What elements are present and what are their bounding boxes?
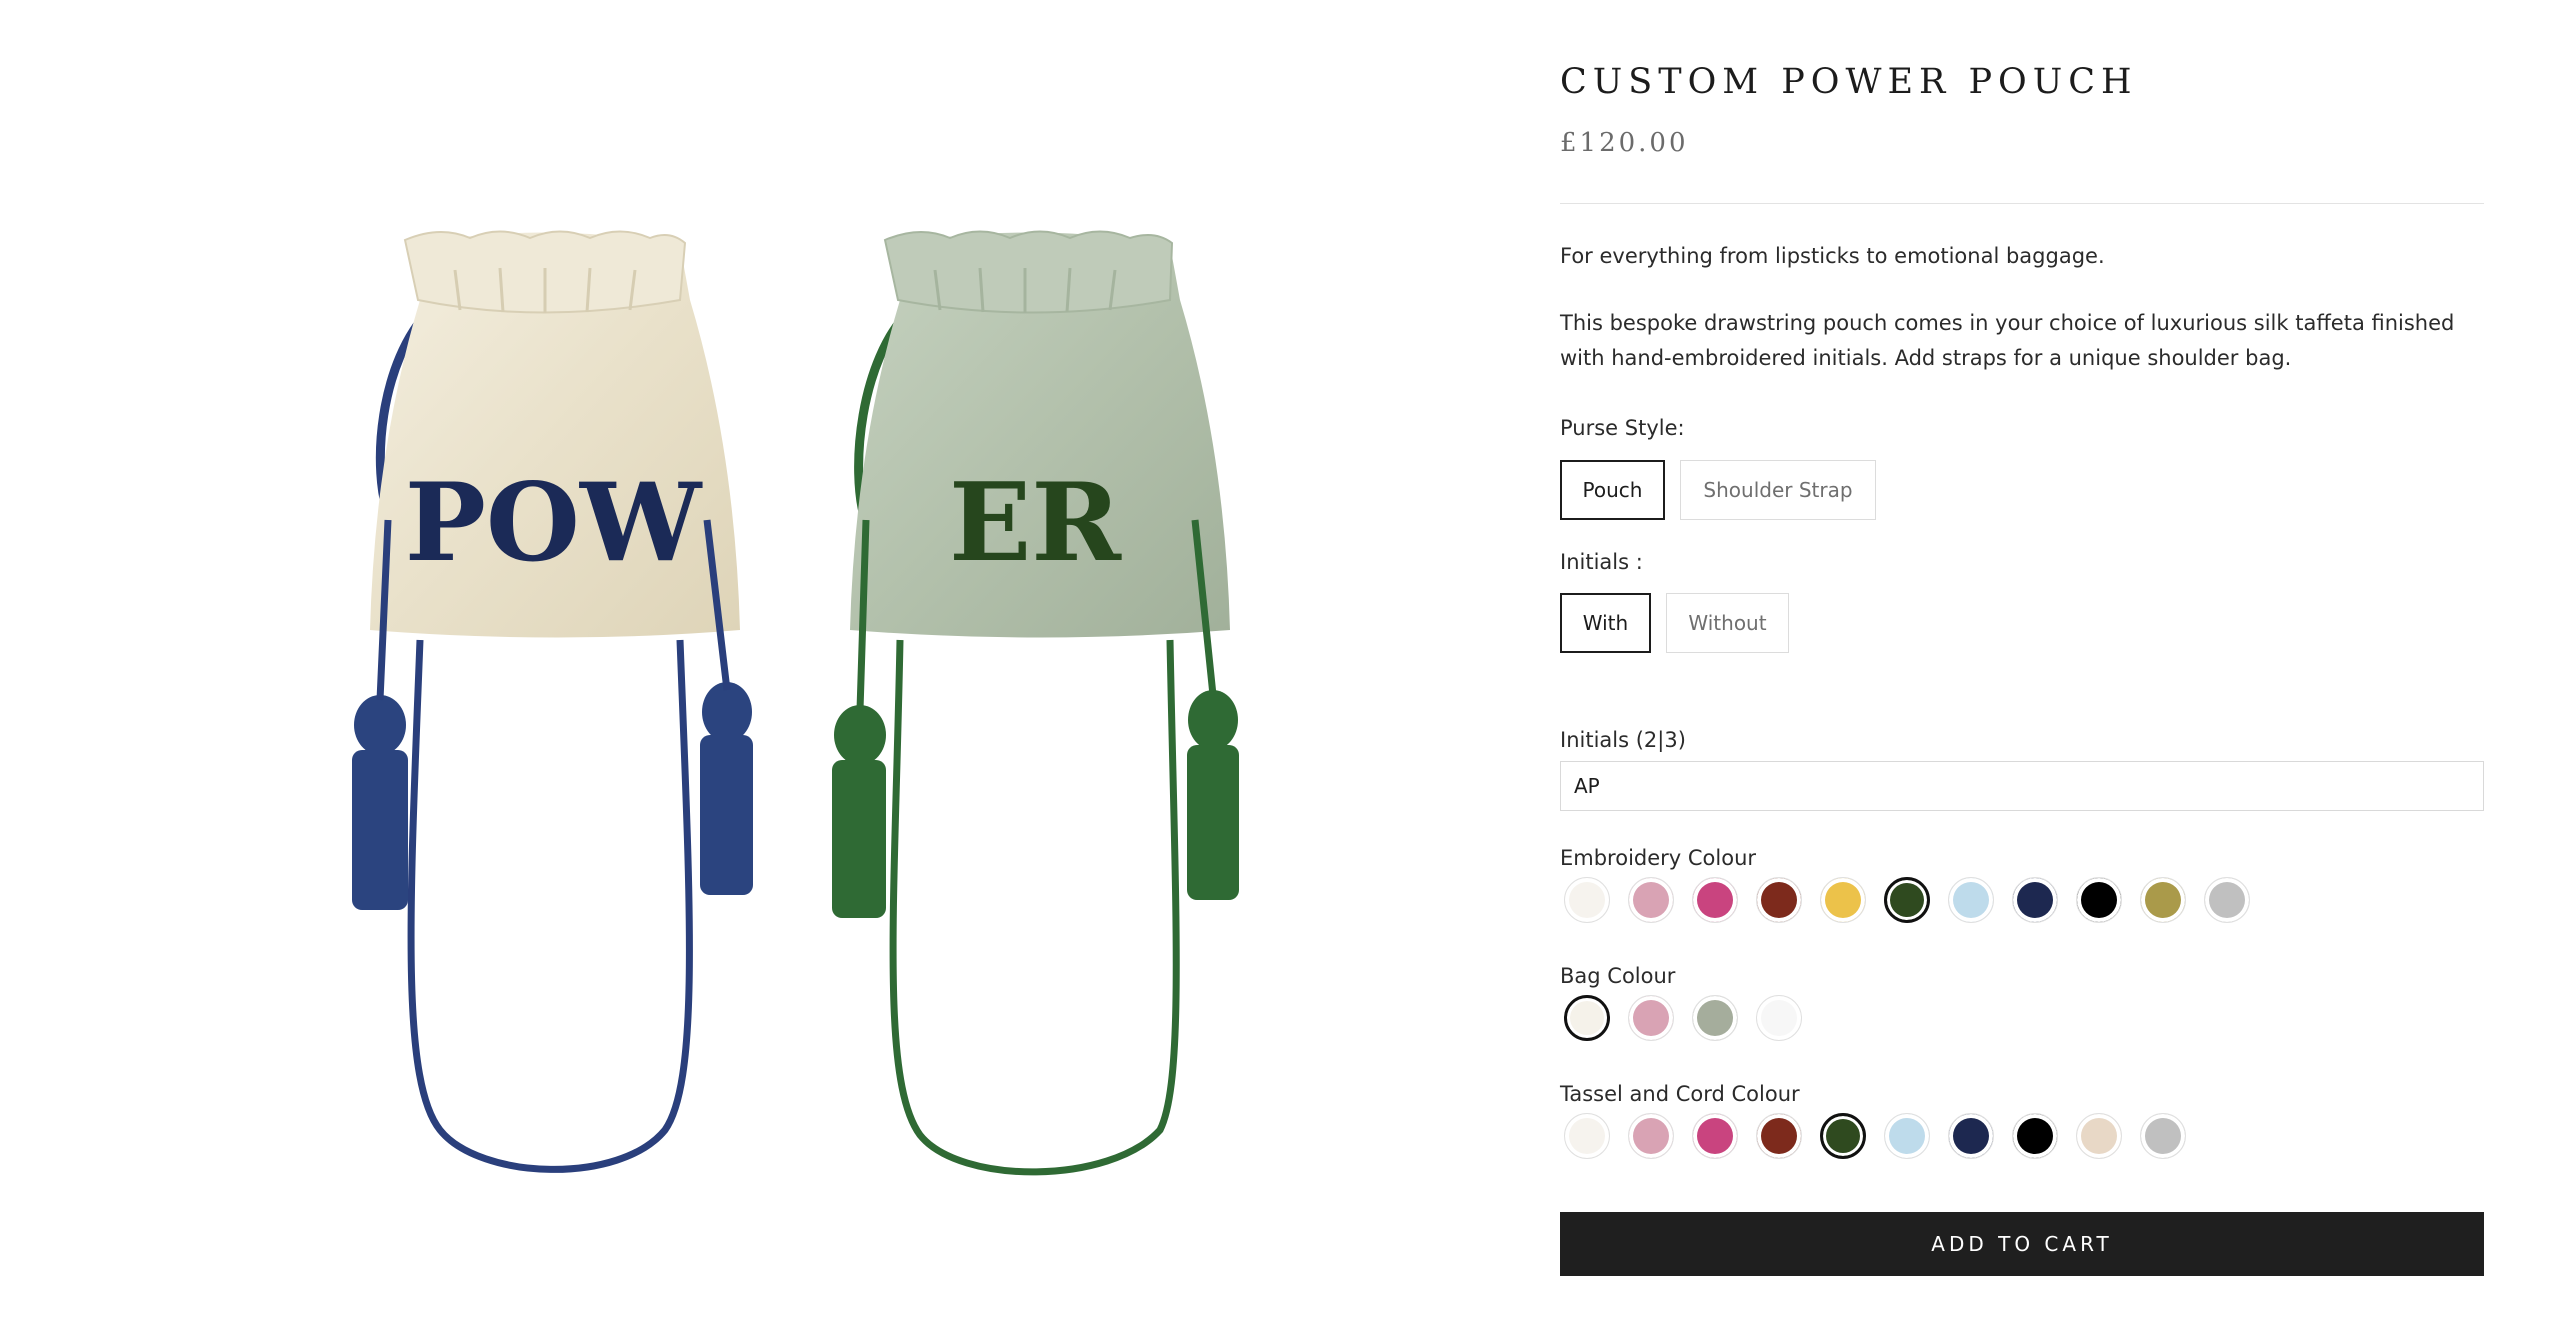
product-description: This bespoke drawstring pouch comes in y… [1560, 311, 2455, 370]
tassel-colour-swatch-8[interactable] [2012, 1113, 2058, 1159]
tassel-colour-swatch-10[interactable] [2140, 1113, 2186, 1159]
tassel-colour-swatch-5[interactable] [1820, 1113, 1866, 1159]
tassel-colour-swatch-7[interactable] [1948, 1113, 1994, 1159]
purse-style-option-pouch[interactable]: Pouch [1560, 460, 1665, 520]
right-bag-embroidery: ER [949, 460, 1122, 586]
tassel-colour-swatch-6[interactable] [1884, 1113, 1930, 1159]
bag-colour-swatch-3[interactable] [1692, 995, 1738, 1041]
bag-colour-swatches [1560, 988, 2484, 1048]
embroidery-colour-swatches [1560, 870, 2484, 930]
product-title: CUSTOM POWER POUCH [1560, 62, 2138, 102]
initials-option-with[interactable]: With [1560, 593, 1651, 653]
purse-style-label: Purse Style: [1560, 416, 1685, 440]
tassel-colour-swatch-9[interactable] [2076, 1113, 2122, 1159]
bag-colour-swatch-4[interactable] [1756, 995, 1802, 1041]
embroidery-colour-swatch-9[interactable] [2076, 877, 2122, 923]
initials-option-without[interactable]: Without [1666, 593, 1789, 653]
purse-style-option-shoulder-strap[interactable]: Shoulder Strap [1680, 460, 1876, 520]
divider [1560, 203, 2484, 204]
initials-field-label: Initials (2|3) [1560, 728, 1686, 752]
left-bag: POW [352, 230, 753, 1173]
product-image: POW ER [352, 230, 1239, 1176]
initials-input[interactable] [1560, 761, 2484, 811]
embroidery-colour-swatch-3[interactable] [1692, 877, 1738, 923]
embroidery-colour-swatch-2[interactable] [1628, 877, 1674, 923]
embroidery-colour-label: Embroidery Colour [1560, 846, 1757, 870]
product-price: £120.00 [1560, 128, 1689, 158]
tassel-colour-swatch-2[interactable] [1628, 1113, 1674, 1159]
embroidery-colour-swatch-11[interactable] [2204, 877, 2250, 923]
tassel-colour-swatches [1560, 1106, 2484, 1166]
initials-toggle-label: Initials : [1560, 550, 1643, 574]
bag-colour-swatch-2[interactable] [1628, 995, 1674, 1041]
bag-colour-label: Bag Colour [1560, 964, 1676, 988]
right-bag: ER [832, 230, 1239, 1176]
add-to-cart-button[interactable]: ADD TO CART [1560, 1212, 2484, 1276]
tassel-colour-swatch-1[interactable] [1564, 1113, 1610, 1159]
product-image-gallery: POW ER [0, 0, 1530, 1334]
embroidery-colour-swatch-6[interactable] [1884, 877, 1930, 923]
embroidery-colour-swatch-7[interactable] [1948, 877, 1994, 923]
embroidery-colour-swatch-1[interactable] [1564, 877, 1610, 923]
embroidery-colour-swatch-8[interactable] [2012, 877, 2058, 923]
bag-colour-swatch-1[interactable] [1564, 995, 1610, 1041]
embroidery-colour-swatch-10[interactable] [2140, 877, 2186, 923]
tassel-colour-swatch-4[interactable] [1756, 1113, 1802, 1159]
left-bag-embroidery: POW [405, 460, 703, 586]
tassel-colour-label: Tassel and Cord Colour [1560, 1082, 1800, 1106]
tassel-colour-swatch-3[interactable] [1692, 1113, 1738, 1159]
embroidery-colour-swatch-5[interactable] [1820, 877, 1866, 923]
embroidery-colour-swatch-4[interactable] [1756, 877, 1802, 923]
product-tagline: For everything from lipsticks to emotion… [1560, 244, 2105, 268]
